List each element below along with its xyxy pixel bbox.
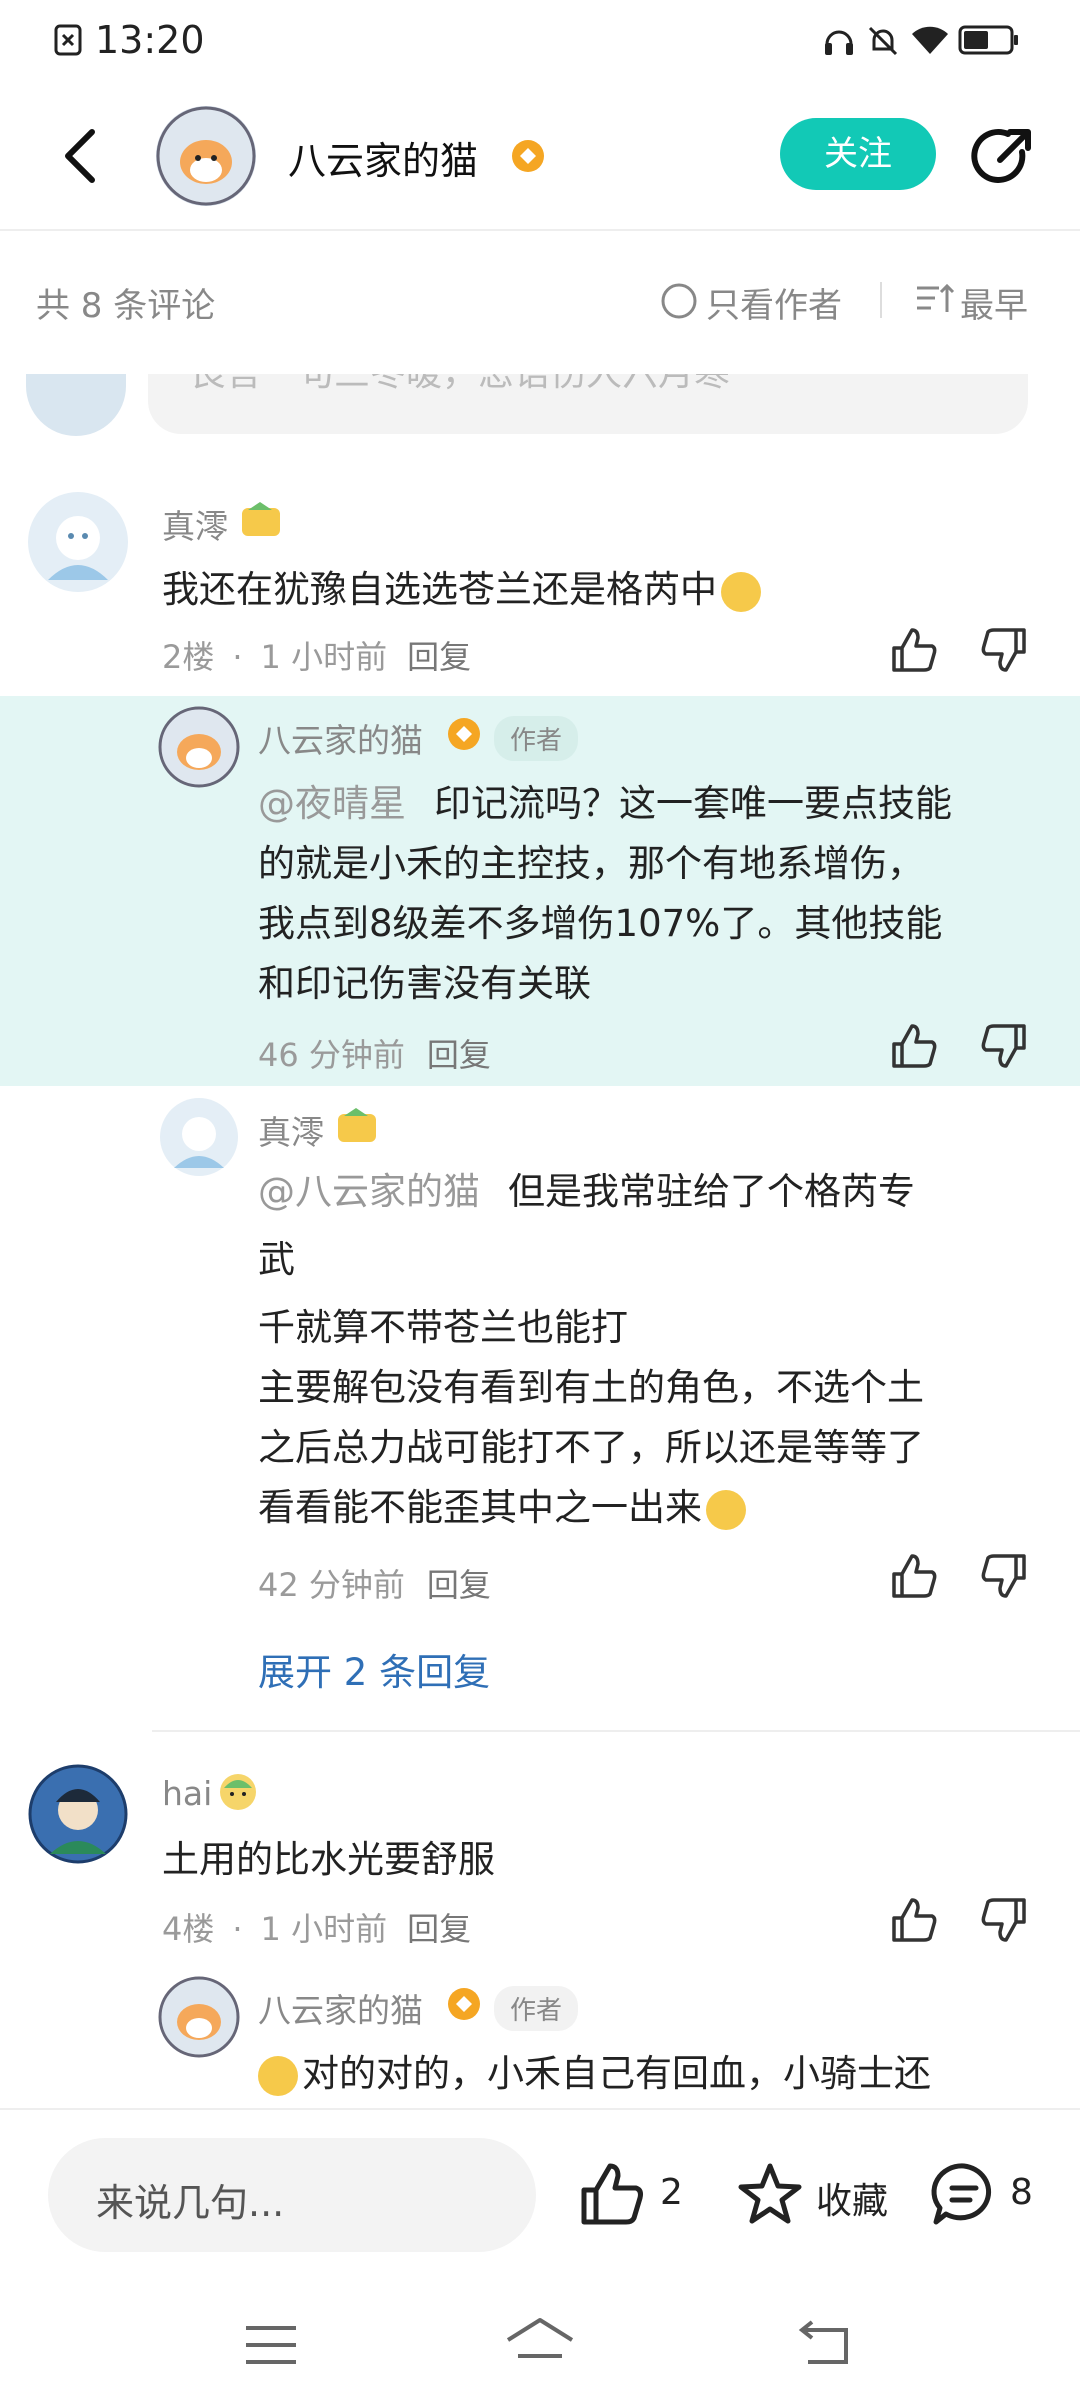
- reply-button[interactable]: 回复: [407, 638, 471, 676]
- author-tag: 作者: [494, 716, 579, 761]
- badge-icon: [220, 1774, 256, 1810]
- favorite-button[interactable]: 收藏: [816, 2172, 888, 2224]
- emoji-icon: [258, 2055, 298, 2096]
- header-divider: [0, 229, 1080, 231]
- dislike-icon[interactable]: [978, 1020, 1030, 1072]
- emoji-icon: [706, 1489, 746, 1530]
- headset-icon: [825, 30, 853, 55]
- reply-username[interactable]: 八云家的猫: [258, 714, 423, 762]
- reply-username[interactable]: 真澪: [258, 1106, 324, 1154]
- mention[interactable]: @夜晴星: [258, 782, 406, 825]
- back-icon[interactable]: [56, 126, 100, 186]
- reply-meta: 42 分钟前 回复: [258, 1566, 491, 1604]
- badge-icon: [338, 1108, 376, 1142]
- sort-button[interactable]: 最早: [960, 278, 1028, 327]
- reply-avatar[interactable]: [158, 706, 240, 788]
- reply-button[interactable]: 回复: [407, 1910, 471, 1948]
- sort-icon[interactable]: [915, 282, 955, 318]
- commenter-avatar[interactable]: [26, 1762, 130, 1866]
- wifi-icon: [912, 26, 948, 54]
- commenter-name[interactable]: 真澪: [162, 500, 228, 548]
- like-icon[interactable]: [578, 2160, 646, 2228]
- comment-text: 土用的比水光要舒服: [162, 1838, 495, 1881]
- like-icon[interactable]: [888, 1894, 940, 1946]
- comment-divider: [152, 1730, 1080, 1732]
- partial-avatar: [26, 368, 126, 436]
- reply-button[interactable]: 回复: [427, 1566, 491, 1604]
- emoji-icon: [721, 571, 761, 612]
- reply-text: 对的对的，小禾自己有回血，小骑士还: [258, 2044, 1058, 2106]
- radio-circle-icon[interactable]: [660, 282, 698, 320]
- menu-icon[interactable]: [244, 2322, 298, 2368]
- mention[interactable]: @八云家的猫: [258, 1170, 480, 1213]
- reply-avatar[interactable]: [158, 1976, 240, 2058]
- commenter-name[interactable]: hai: [162, 1774, 212, 1813]
- dislike-icon[interactable]: [978, 1550, 1030, 1602]
- star-icon[interactable]: [736, 2160, 804, 2228]
- author-tag: 作者: [494, 1986, 579, 2031]
- clock: 13:20: [95, 18, 205, 62]
- only-author-toggle[interactable]: 只看作者: [706, 278, 842, 327]
- level-badge-icon: [448, 1988, 480, 2020]
- mute-icon: [868, 26, 898, 56]
- follow-button[interactable]: 关注: [780, 118, 936, 190]
- expand-replies-link[interactable]: 展开 2 条回复: [258, 1642, 490, 1696]
- reply-text: @夜晴星 印记流吗？这一套唯一要点技能 的就是小禾的主控技，那个有地系增伤， 我点…: [258, 782, 952, 1005]
- partial-comment-bubble: 良言一句三冬暖，恶语伤人六月寒: [148, 368, 1028, 434]
- reply-username[interactable]: 八云家的猫: [258, 1984, 423, 2032]
- like-icon[interactable]: [888, 1550, 940, 1602]
- dislike-icon[interactable]: [978, 1894, 1030, 1946]
- comment-bubble-icon[interactable]: [930, 2160, 998, 2228]
- like-icon[interactable]: [888, 624, 940, 676]
- like-icon[interactable]: [888, 1020, 940, 1072]
- clip-mask: [0, 368, 1080, 374]
- author-name[interactable]: 八云家的猫: [288, 130, 478, 185]
- comment-count-bottom: 8: [1010, 2172, 1033, 2213]
- level-badge-icon: [512, 140, 544, 172]
- status-bar: 13:20: [0, 0, 1080, 80]
- comment-meta: 2楼 · 1 小时前 回复: [162, 638, 472, 676]
- commenter-avatar[interactable]: [26, 490, 130, 594]
- reply-text: @八云家的猫 但是我常驻给了个格芮专 武 千就算不带苍兰也能打 主要解包没有看到有…: [258, 1170, 924, 1530]
- comment-count: 共 8 条评论: [36, 286, 216, 326]
- battery-icon: [958, 25, 1018, 55]
- comment-input[interactable]: 来说几句...: [48, 2138, 536, 2252]
- like-count: 2: [660, 2172, 683, 2213]
- comment-input-placeholder: 来说几句...: [96, 2181, 285, 2225]
- reply-meta: 46 分钟前 回复: [258, 1036, 491, 1074]
- home-icon[interactable]: [504, 2316, 576, 2368]
- level-badge-icon: [448, 718, 480, 750]
- sim-icon: [54, 24, 82, 56]
- badge-icon: [242, 502, 280, 536]
- subheader-divider: [880, 282, 882, 318]
- back-nav-icon[interactable]: [796, 2320, 852, 2368]
- share-icon[interactable]: [970, 126, 1034, 190]
- reply-avatar[interactable]: [158, 1096, 240, 1178]
- comment-text: 我还在犹豫自选选苍兰还是格芮中: [162, 560, 761, 620]
- comment-meta: 4楼 · 1 小时前 回复: [162, 1910, 472, 1948]
- reply-button[interactable]: 回复: [427, 1036, 491, 1074]
- author-avatar[interactable]: [156, 106, 256, 206]
- dislike-icon[interactable]: [978, 624, 1030, 676]
